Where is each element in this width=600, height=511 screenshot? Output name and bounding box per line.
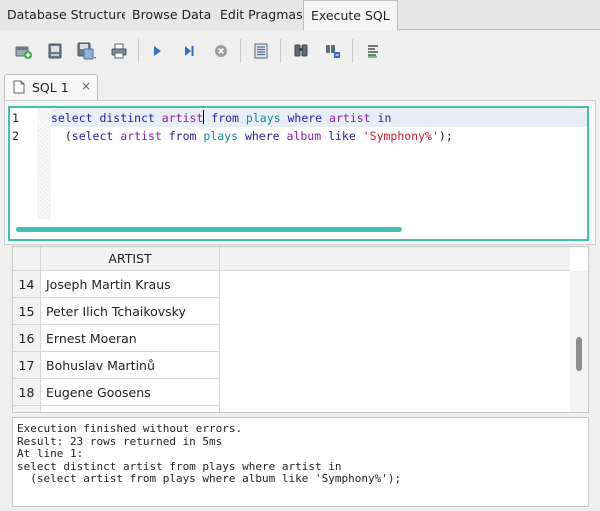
row-number[interactable]: 18 bbox=[13, 379, 41, 406]
toolbar-separator bbox=[352, 39, 353, 63]
column-header-artist[interactable]: ARTIST bbox=[41, 247, 220, 271]
table-row[interactable]: 15 Peter Ilich Tchaikovsky bbox=[13, 298, 220, 325]
artist-cell[interactable] bbox=[41, 406, 220, 412]
comment-block-button[interactable] bbox=[362, 40, 384, 62]
log-line: At line 1: bbox=[17, 447, 84, 461]
execute-current-line-button[interactable] bbox=[178, 40, 200, 62]
code-line: select distinct artist from plays where … bbox=[51, 109, 587, 127]
open-tab-icon bbox=[15, 46, 32, 59]
table-row[interactable]: 18 Eugene Goosens bbox=[13, 379, 220, 406]
find-replace-button[interactable] bbox=[322, 40, 344, 62]
row-number[interactable]: 16 bbox=[13, 325, 41, 352]
save-results-icon bbox=[254, 43, 268, 59]
artist-cell[interactable]: Bohuslav Martinů bbox=[41, 352, 220, 379]
execute-all-button[interactable] bbox=[146, 40, 168, 62]
save-results-button[interactable] bbox=[250, 40, 272, 62]
print-button[interactable] bbox=[108, 40, 130, 62]
log-line: Result: 23 rows returned in 5ms bbox=[17, 434, 223, 448]
print-icon bbox=[111, 43, 127, 59]
open-sql-file-button[interactable] bbox=[44, 40, 66, 62]
execute-current-line-icon bbox=[185, 46, 194, 56]
table-row[interactable]: 14 Joseph Martin Kraus bbox=[13, 271, 220, 298]
artist-cell[interactable]: Ernest Moeran bbox=[41, 325, 220, 352]
tab-edit-pragmas[interactable]: Edit Pragmas bbox=[213, 0, 311, 30]
editor-horizontal-scroll-thumb[interactable] bbox=[16, 227, 402, 232]
line-number-gutter: 1 2 bbox=[10, 108, 37, 219]
artist-cell[interactable]: Peter Ilich Tchaikovsky bbox=[41, 298, 220, 325]
row-number[interactable] bbox=[13, 406, 41, 412]
artist-cell[interactable]: Joseph Martin Kraus bbox=[41, 271, 220, 298]
sql-toolbar bbox=[0, 31, 600, 71]
tab-browse-data[interactable]: Browse Data bbox=[125, 0, 220, 30]
row-number[interactable]: 15 bbox=[13, 298, 41, 325]
results-grid[interactable]: ARTIST 14 Joseph Martin Kraus 15 Peter I… bbox=[12, 246, 589, 413]
sql-editor[interactable]: 1 2 select distinct artist from plays wh… bbox=[8, 106, 589, 241]
find-text-button[interactable] bbox=[290, 40, 312, 62]
toolbar-separator bbox=[240, 39, 241, 63]
artist-cell[interactable]: Eugene Goosens bbox=[41, 379, 220, 406]
find-replace-icon bbox=[326, 45, 340, 58]
stop-execution-icon bbox=[215, 45, 227, 57]
open-tab-button[interactable] bbox=[12, 40, 34, 62]
line-number: 2 bbox=[12, 129, 19, 143]
close-tab-icon[interactable]: × bbox=[81, 79, 91, 93]
row-number[interactable]: 14 bbox=[13, 271, 41, 298]
tab-execute-sql[interactable]: Execute SQL bbox=[303, 0, 398, 31]
grid-header-filler bbox=[220, 247, 570, 271]
table-row[interactable]: 17 Bohuslav Martinů bbox=[13, 352, 220, 379]
tab-database-structure[interactable]: Database Structure bbox=[0, 0, 137, 30]
toolbar-separator bbox=[138, 39, 139, 63]
results-vertical-scroll-thumb[interactable] bbox=[576, 337, 582, 371]
stop-execution-button[interactable] bbox=[210, 40, 232, 62]
sql-document-icon bbox=[13, 80, 25, 94]
table-row[interactable]: 16 Ernest Moeran bbox=[13, 325, 220, 352]
grid-corner[interactable] bbox=[13, 247, 41, 271]
save-sql-file-button[interactable] bbox=[76, 40, 98, 62]
message-log[interactable]: Execution finished without errors. Resul… bbox=[12, 417, 589, 507]
row-number[interactable]: 17 bbox=[13, 352, 41, 379]
log-line: (select artist from plays where album li… bbox=[17, 472, 402, 486]
line-number: 1 bbox=[12, 111, 19, 125]
code-area[interactable]: select distinct artist from plays where … bbox=[51, 108, 587, 219]
main-tab-bar: Database Structure Browse Data Edit Prag… bbox=[0, 0, 600, 31]
execute-all-icon bbox=[154, 46, 161, 56]
fold-margin bbox=[37, 108, 51, 219]
table-row[interactable] bbox=[13, 406, 220, 412]
comment-block-icon bbox=[368, 45, 378, 58]
save-sql-file-icon bbox=[77, 42, 96, 60]
log-line: Execution finished without errors. bbox=[17, 422, 243, 435]
code-line: (select artist from plays where album li… bbox=[51, 129, 453, 143]
toolbar-separator bbox=[280, 39, 281, 63]
sql-tab-label: SQL 1 bbox=[32, 80, 69, 95]
open-sql-file-icon bbox=[48, 43, 62, 59]
text-cursor bbox=[203, 110, 205, 124]
find-text-icon bbox=[294, 44, 308, 57]
tab-sql-1[interactable]: SQL 1 × bbox=[4, 74, 98, 100]
